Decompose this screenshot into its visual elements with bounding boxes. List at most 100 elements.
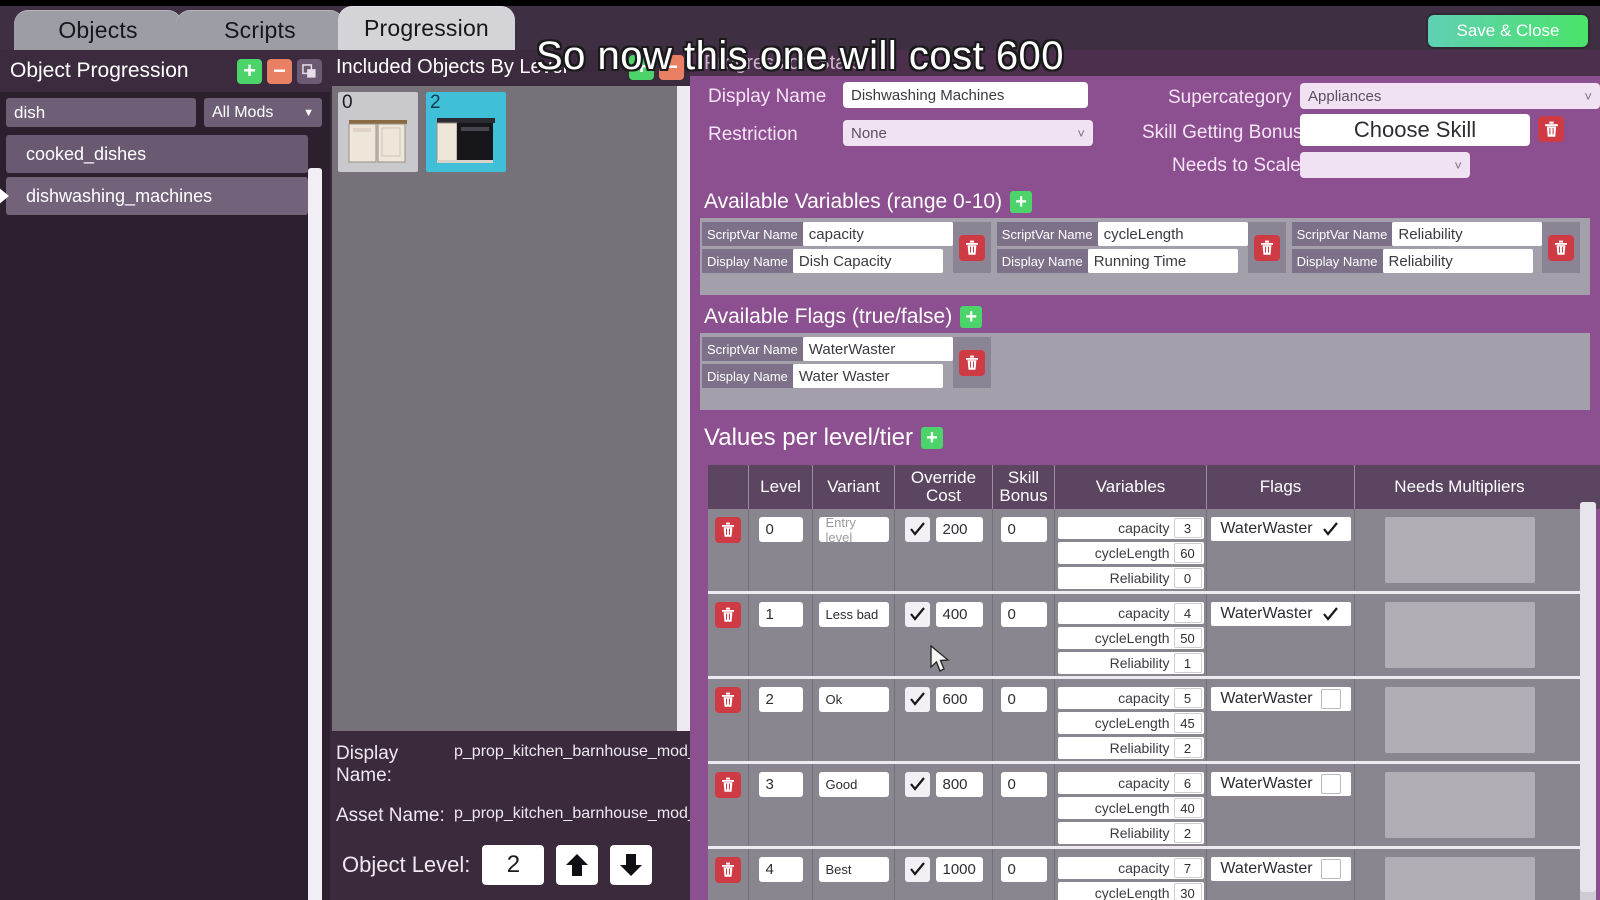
right-panel-scrollbar-thumb[interactable] [1580, 502, 1596, 892]
delete-variable-icon[interactable] [958, 234, 985, 261]
variable-value-input[interactable]: 40 [1173, 798, 1202, 818]
add-progression-icon[interactable]: + [237, 58, 262, 84]
tab-objects[interactable]: Objects [14, 10, 182, 50]
override-cost-checkbox[interactable] [904, 772, 930, 797]
variable-displayname-input[interactable]: Running Time [1087, 249, 1238, 273]
progression-list-item[interactable]: cooked_dishes [6, 135, 308, 173]
variable-value-input[interactable]: 50 [1173, 628, 1202, 648]
remove-included-object-icon[interactable]: − [659, 54, 684, 80]
needs-multipliers-box[interactable] [1384, 772, 1535, 838]
variable-value-input[interactable]: 7 [1173, 858, 1202, 878]
variable-value-input[interactable]: 60 [1173, 543, 1202, 563]
needs-multipliers-box[interactable] [1384, 517, 1535, 583]
variant-input[interactable]: Ok [818, 687, 889, 712]
object-thumbnail[interactable]: 2 [426, 92, 506, 172]
add-level-row-icon[interactable]: + [921, 427, 943, 449]
delete-skill-icon[interactable] [1538, 116, 1564, 142]
override-cost-checkbox[interactable] [904, 602, 930, 627]
needs-multipliers-box[interactable] [1384, 602, 1535, 668]
variable-value-input[interactable]: 3 [1173, 518, 1202, 538]
flag-scriptvar-input[interactable]: WaterWaster [802, 337, 953, 361]
save-and-close-button[interactable]: Save & Close [1428, 15, 1588, 47]
variant-input[interactable]: Less bad [818, 602, 889, 627]
override-cost-input[interactable]: 200 [935, 517, 983, 542]
flag-checkbox[interactable] [1320, 774, 1341, 794]
add-variable-icon[interactable]: + [1010, 191, 1033, 213]
override-cost-input[interactable]: 1000 [935, 857, 983, 882]
level-input[interactable]: 0 [758, 517, 803, 542]
search-input[interactable]: dish [6, 98, 196, 127]
level-input[interactable]: 2 [758, 687, 803, 712]
row-delete-cell [708, 594, 748, 676]
variable-value-input[interactable]: 1 [1173, 653, 1202, 673]
level-input[interactable]: 4 [758, 857, 803, 882]
left-panel-scrollbar[interactable] [308, 168, 322, 900]
variable-value-input[interactable]: 4 [1173, 603, 1202, 623]
variable-scriptvar-input[interactable]: capacity [802, 222, 953, 246]
override-cost-checkbox[interactable] [904, 687, 930, 712]
override-cost-input[interactable]: 800 [935, 772, 983, 797]
supercategory-select[interactable]: Appliances ˅ [1300, 83, 1600, 109]
variable-value-input[interactable]: 2 [1173, 738, 1202, 758]
duplicate-progression-icon[interactable] [297, 58, 322, 84]
variant-input[interactable]: Entry level [818, 515, 889, 545]
variable-scriptvar-input[interactable]: cycleLength [1097, 222, 1248, 246]
remove-progression-icon[interactable]: − [267, 58, 292, 84]
object-level-down-button[interactable] [610, 845, 653, 885]
flag-checkbox[interactable] [1320, 604, 1341, 624]
override-cost-checkbox[interactable] [904, 517, 930, 542]
override-cost-input[interactable]: 400 [935, 602, 983, 627]
override-cost-checkbox[interactable] [904, 857, 930, 882]
flag-checkbox[interactable] [1320, 689, 1341, 709]
mod-filter-select[interactable]: All Mods ▼ [204, 98, 322, 127]
variable-value-input[interactable]: 2 [1173, 823, 1202, 843]
needs-to-scale-select[interactable]: ˅ [1300, 152, 1470, 178]
delete-row-icon[interactable] [715, 517, 741, 543]
delete-row-icon[interactable] [715, 602, 741, 628]
delete-row-icon[interactable] [715, 687, 741, 713]
display-name-input[interactable]: Dishwashing Machines [843, 82, 1088, 108]
included-objects-scrollbar[interactable] [677, 86, 690, 731]
included-objects-header: Included Objects By Level + − [330, 50, 690, 84]
override-cost-input[interactable]: 600 [935, 687, 983, 712]
variable-value-input[interactable]: 30 [1173, 883, 1202, 900]
add-flag-icon[interactable]: + [960, 306, 983, 328]
variable-displayname-input[interactable]: Dish Capacity [792, 249, 943, 273]
flags-cell: WaterWaster [1206, 849, 1354, 900]
object-level-input[interactable]: 2 [482, 845, 545, 885]
skill-bonus-input[interactable]: 0 [1000, 687, 1047, 712]
needs-multipliers-box[interactable] [1384, 857, 1535, 900]
delete-row-icon[interactable] [715, 857, 741, 883]
flag-displayname-input[interactable]: Water Waster [792, 364, 943, 388]
level-input[interactable]: 1 [758, 602, 803, 627]
variable-value-input[interactable]: 45 [1173, 713, 1202, 733]
delete-row-icon[interactable] [715, 772, 741, 798]
skill-bonus-input[interactable]: 0 [1000, 602, 1047, 627]
flag-checkbox[interactable] [1320, 859, 1341, 879]
delete-variable-icon[interactable] [1253, 234, 1280, 261]
tab-progression[interactable]: Progression [338, 6, 515, 50]
flag-checkbox[interactable] [1320, 519, 1341, 539]
skill-bonus-input[interactable]: 0 [1000, 517, 1047, 542]
progression-list-item[interactable]: dishwashing_machines [0, 177, 308, 215]
variable-value-input[interactable]: 5 [1173, 688, 1202, 708]
object-thumbnail[interactable]: 0 [338, 92, 418, 172]
variable-scriptvar-input[interactable]: Reliability [1392, 222, 1543, 246]
object-level-up-button[interactable] [556, 845, 599, 885]
variant-input[interactable]: Best [818, 857, 889, 882]
variable-value-input[interactable]: 0 [1173, 568, 1202, 588]
level-input[interactable]: 3 [758, 772, 803, 797]
delete-flag-icon[interactable] [958, 349, 985, 376]
restriction-select[interactable]: None ˅ [843, 120, 1093, 146]
variable-displayname-input[interactable]: Reliability [1382, 249, 1533, 273]
variant-input[interactable]: Good [818, 772, 889, 797]
needs-multipliers-box[interactable] [1384, 687, 1535, 753]
progression-stats-header: Progression Stats [690, 50, 1600, 76]
skill-bonus-input[interactable]: 0 [1000, 857, 1047, 882]
choose-skill-button[interactable]: Choose Skill [1300, 114, 1530, 146]
add-included-object-icon[interactable]: + [629, 54, 654, 80]
tab-scripts[interactable]: Scripts [176, 10, 344, 50]
variable-value-input[interactable]: 6 [1173, 773, 1202, 793]
delete-variable-icon[interactable] [1548, 234, 1575, 261]
skill-bonus-input[interactable]: 0 [1000, 772, 1047, 797]
